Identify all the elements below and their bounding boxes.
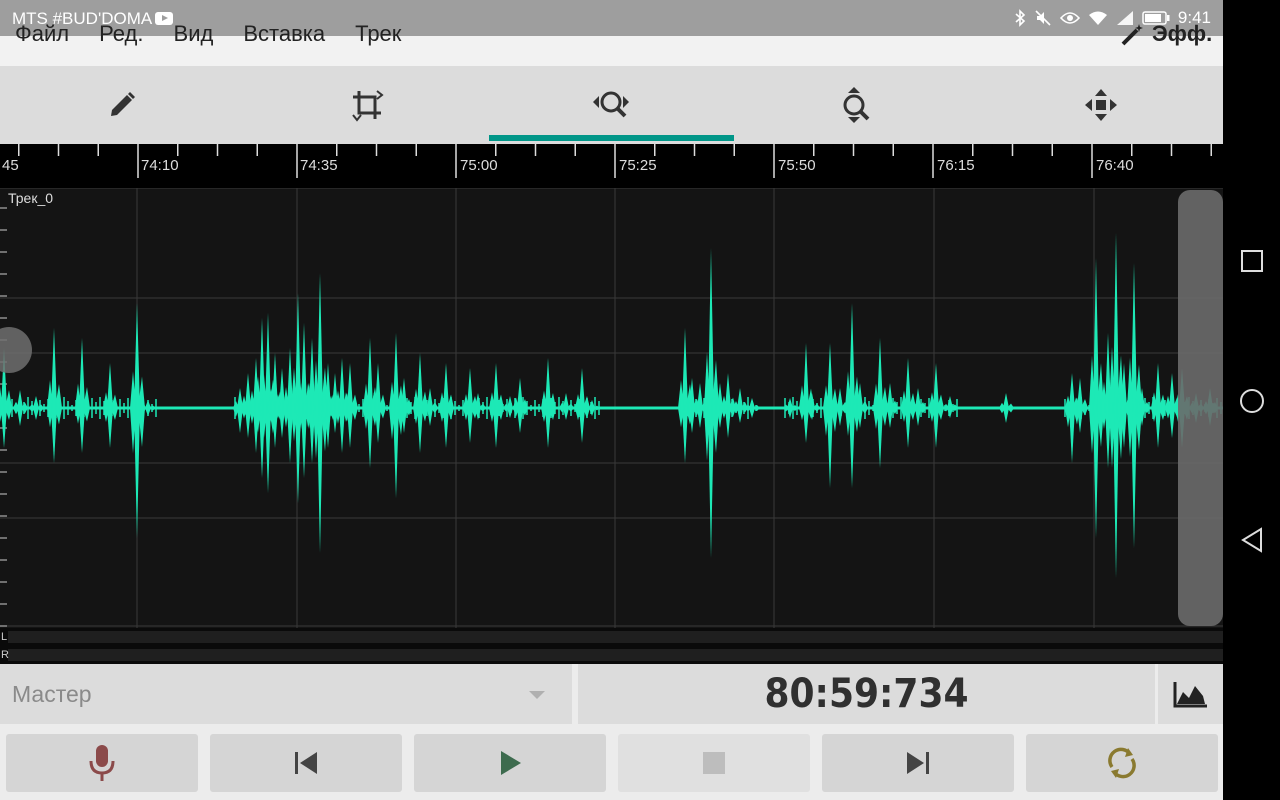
timeline-label: 45 [2, 157, 19, 174]
time-display: 80:59:734 [578, 664, 1155, 724]
timeline-ruler[interactable]: 45 74:10 74:35 75:00 75:25 75:50 76:15 7… [0, 144, 1223, 188]
play-button[interactable] [414, 734, 606, 792]
spectrum-icon [1173, 682, 1207, 708]
back-icon[interactable] [1240, 527, 1264, 553]
timeline-label: 74:35 [300, 157, 338, 174]
timeline-label: 75:25 [619, 157, 657, 174]
timeline-label: 75:00 [460, 157, 498, 174]
tool-draw[interactable] [0, 66, 245, 144]
vertical-scrollbar[interactable] [1178, 190, 1223, 626]
tool-bar [0, 66, 1223, 144]
timeline-ticks [18, 144, 1212, 178]
microphone-icon [89, 745, 115, 781]
skip-back-button[interactable] [210, 734, 402, 792]
timeline-label: 74:10 [141, 157, 179, 174]
eye-icon [1059, 11, 1080, 25]
effects-button[interactable]: Эфф. [1120, 19, 1212, 49]
waveform [0, 188, 1223, 628]
transport-controls [0, 734, 1223, 792]
system-navigation-bar [1223, 0, 1280, 800]
zoom-vertical-icon [843, 87, 870, 123]
pencil-icon [111, 92, 136, 116]
meter-left [8, 631, 1223, 643]
tool-zoom-vertical[interactable] [734, 66, 979, 144]
skip-back-icon [295, 752, 317, 774]
recent-apps-icon[interactable] [1241, 250, 1263, 272]
level-meters: L R [0, 628, 1223, 664]
master-dropdown[interactable]: Мастер [0, 664, 572, 724]
zoom-horizontal-icon [593, 91, 630, 118]
stop-button[interactable] [618, 734, 810, 792]
loop-button[interactable] [1026, 734, 1218, 792]
waveform-track[interactable]: Трек_0 [0, 188, 1223, 628]
skip-forward-button[interactable] [822, 734, 1014, 792]
menu-items: Файл Ред. Вид Вставка Трек [0, 19, 416, 49]
loop-icon [1108, 747, 1136, 779]
menu-insert[interactable]: Вставка [228, 19, 340, 49]
spectrum-button[interactable] [1158, 664, 1223, 724]
audio-editor-app: MTS #BUD'DOMA 9:41 Файл Ред. Вид Вставка… [0, 0, 1223, 800]
bluetooth-icon [1014, 9, 1026, 27]
dropdown-arrow-icon [529, 691, 545, 699]
move-icon [1084, 89, 1117, 121]
home-icon[interactable] [1239, 388, 1265, 414]
magic-wand-icon [1121, 24, 1143, 46]
wifi-icon [1088, 10, 1108, 26]
menu-edit[interactable]: Ред. [84, 19, 158, 49]
crop-icon [352, 90, 384, 122]
mute-icon [1034, 9, 1052, 27]
timeline-label: 76:40 [1096, 157, 1134, 174]
bottom-panel: Мастер 80:59:734 [0, 664, 1223, 800]
timeline-label: 75:50 [778, 157, 816, 174]
channel-label: L [1, 631, 8, 643]
timeline-label: 76:15 [937, 157, 975, 174]
effects-label: Эфф. [1152, 21, 1213, 46]
tool-move[interactable] [978, 66, 1223, 144]
skip-forward-icon [907, 752, 929, 774]
channel-label: R [1, 649, 9, 661]
tool-zoom-horizontal[interactable] [489, 66, 734, 144]
track-name: Трек_0 [8, 190, 54, 206]
record-button[interactable] [6, 734, 198, 792]
menu-file[interactable]: Файл [0, 19, 84, 49]
play-icon [501, 751, 521, 775]
menu-view[interactable]: Вид [159, 19, 229, 49]
tool-trim[interactable] [245, 66, 490, 144]
menu-track[interactable]: Трек [340, 19, 416, 49]
stop-icon [703, 752, 725, 774]
master-label: Мастер [12, 681, 92, 707]
meter-right [8, 649, 1223, 661]
